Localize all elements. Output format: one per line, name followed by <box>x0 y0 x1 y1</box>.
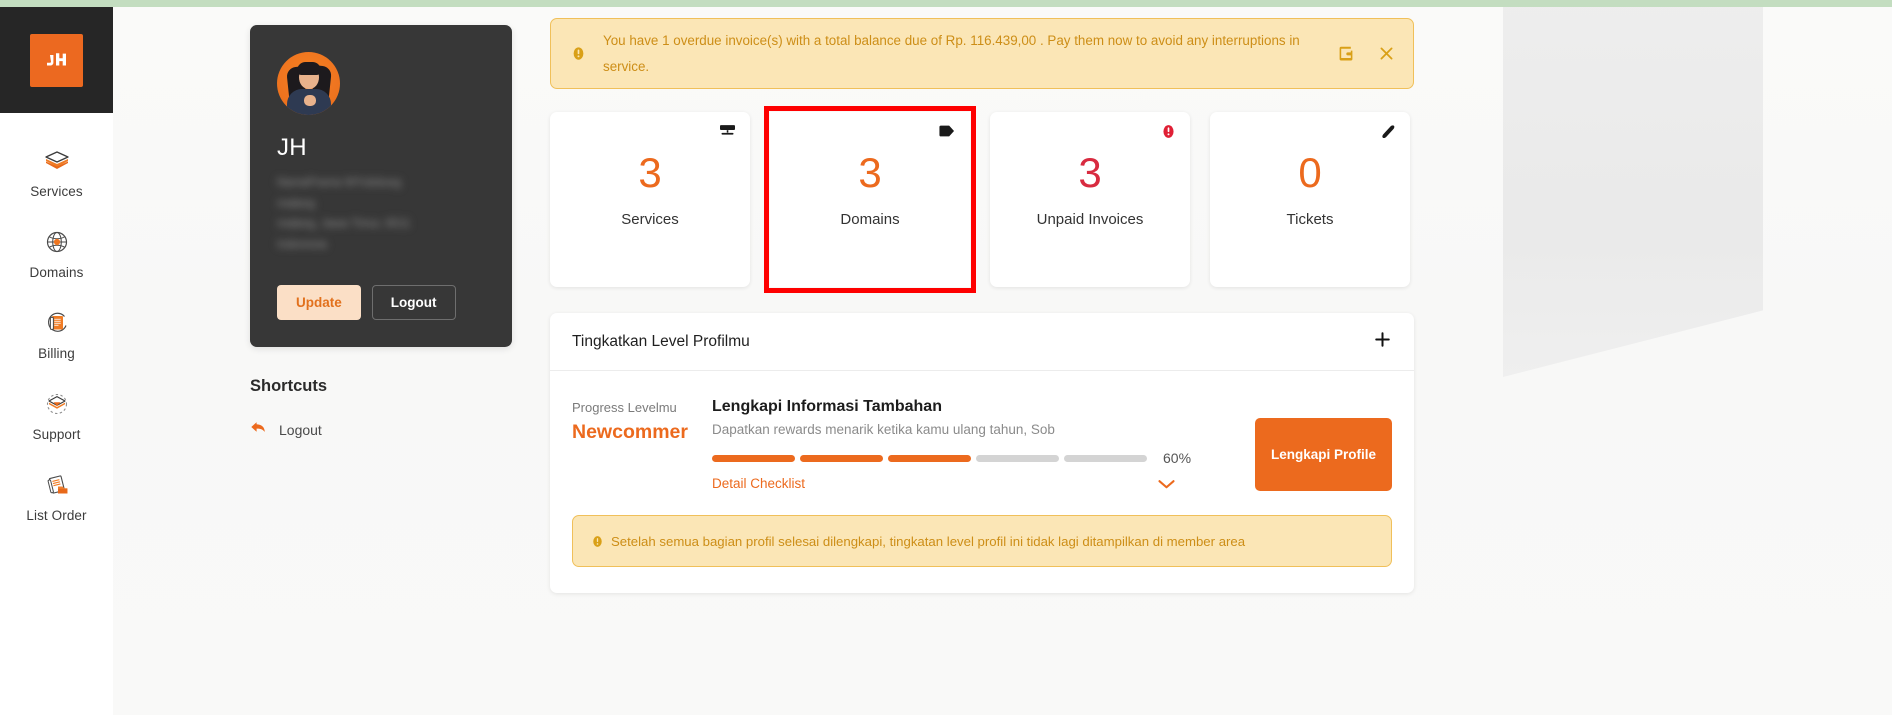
stat-value: 3 <box>638 149 662 196</box>
progress-segment <box>888 454 971 462</box>
progress-segment <box>976 454 1059 462</box>
level-cta-column: Lengkapi Profile <box>1242 398 1392 491</box>
sidebar-item-label: Support <box>32 427 81 442</box>
list-order-icon <box>40 468 74 502</box>
progress-segments <box>712 454 1147 462</box>
progress-segment <box>800 454 883 462</box>
plus-icon[interactable] <box>1373 330 1392 353</box>
stat-card-services[interactable]: 3 Services <box>550 112 750 287</box>
stat-card-tickets[interactable]: 0 Tickets <box>1210 112 1410 287</box>
profile-address-line: malang, Jawa Timur, 6511 <box>277 218 411 230</box>
progress-level-value: Newcommer <box>572 421 688 443</box>
domains-globe-icon <box>40 225 74 259</box>
browser-top-strip <box>0 0 1892 7</box>
profile-address-line: NamaPrama WYubdueg <box>277 177 402 189</box>
profile-actions: Update Logout <box>277 285 456 320</box>
profile-level-panel: Tingkatkan Level Profilmu Progress Level… <box>550 313 1414 593</box>
overdue-invoice-alert: You have 1 overdue invoice(s) with a tot… <box>550 18 1414 89</box>
level-panel-footer-spacer <box>550 567 1414 593</box>
chevron-down-icon[interactable] <box>1157 478 1176 490</box>
stat-value: 0 <box>1298 149 1322 196</box>
detail-checklist-link[interactable]: Detail Checklist <box>712 476 805 491</box>
level-panel-header: Tingkatkan Level Profilmu <box>550 313 1414 371</box>
sidebar-item-label: Services <box>30 184 83 199</box>
level-notice: Setelah semua bagian profil selesai dile… <box>572 515 1392 567</box>
progress-segment <box>712 454 795 462</box>
sidebar: Services Domains Billing Support List Or… <box>0 7 113 715</box>
progress-segment <box>1064 454 1147 462</box>
level-task-block: Lengkapi Informasi Tambahan Dapatkan rew… <box>712 398 1242 491</box>
profile-address-line: Indonesia <box>277 238 327 251</box>
level-panel-body: Progress Levelmu Newcommer Lengkapi Info… <box>550 371 1414 491</box>
app-root: Services Domains Billing Support List Or… <box>0 0 1892 715</box>
stat-card-unpaid-invoices[interactable]: 3 Unpaid Invoices <box>990 112 1190 287</box>
app-logo[interactable] <box>30 33 83 87</box>
ticket-tag-icon <box>1379 124 1396 145</box>
profile-initials: JH <box>277 134 307 161</box>
alert-actions <box>1338 45 1395 62</box>
sidebar-item-support[interactable]: Support <box>0 374 113 455</box>
profile-card: JH NamaPrama WYubdueg malang malang, Jaw… <box>250 25 512 347</box>
logo-block <box>0 7 113 113</box>
level-notice-text: Setelah semua bagian profil selesai dile… <box>611 533 1246 549</box>
stat-label: Tickets <box>1286 211 1334 228</box>
shortcut-label: Logout <box>279 422 322 438</box>
stat-cards-row: 3 Services 3 Domains 3 Unpaid Invoices 0… <box>550 106 1414 293</box>
task-subtitle: Dapatkan rewards menarik ketika kamu ula… <box>712 422 1055 437</box>
sidebar-item-label: Domains <box>29 265 84 280</box>
sidebar-item-billing[interactable]: Billing <box>0 293 113 374</box>
shortcut-item-logout[interactable]: Logout <box>250 420 322 440</box>
alert-circle-icon <box>1161 124 1176 144</box>
stat-card-domains[interactable]: 3 Domains <box>764 106 976 293</box>
tag-icon <box>938 124 956 143</box>
sidebar-item-list-order[interactable]: List Order <box>0 455 113 536</box>
complete-profile-button[interactable]: Lengkapi Profile <box>1254 418 1392 491</box>
sidebar-item-services[interactable]: Services <box>0 131 113 212</box>
shortcuts-title: Shortcuts <box>250 377 328 395</box>
checklist-row: Detail Checklist <box>712 476 1242 491</box>
alert-message: You have 1 overdue invoice(s) with a tot… <box>603 32 1300 74</box>
sidebar-item-label: Billing <box>38 346 75 361</box>
progress-percent-label: 60% <box>1163 450 1192 466</box>
support-inbox-icon <box>40 387 74 421</box>
wallet-icon[interactable] <box>1338 46 1354 61</box>
billing-document-icon <box>40 306 74 340</box>
services-box-icon <box>40 144 74 178</box>
stat-label: Services <box>621 211 679 228</box>
sidebar-item-domains[interactable]: Domains <box>0 212 113 293</box>
profile-address-line: malang <box>277 197 315 210</box>
exclamation-circle-icon <box>591 535 604 548</box>
stat-label: Domains <box>840 211 900 228</box>
level-panel-title: Tingkatkan Level Profilmu <box>572 332 750 350</box>
progress-bar-row: 60% <box>712 450 1242 466</box>
stat-value: 3 <box>858 149 882 196</box>
close-icon[interactable] <box>1378 45 1395 62</box>
sidebar-nav: Services Domains Billing Support List Or… <box>0 113 113 536</box>
logout-button[interactable]: Logout <box>371 285 456 320</box>
background-decoration-shape <box>1503 7 1763 377</box>
jagoan-hosting-logo-icon <box>46 53 66 66</box>
stat-value: 3 <box>1078 149 1102 196</box>
exclamation-circle-icon <box>571 46 587 61</box>
stat-label: Unpaid Invoices <box>1036 211 1144 228</box>
progress-caption: Progress Levelmu <box>572 400 677 415</box>
server-icon <box>719 124 736 144</box>
progress-level-block: Progress Levelmu Newcommer <box>572 398 712 491</box>
avatar <box>277 52 340 115</box>
logout-arrow-icon <box>250 420 267 440</box>
profile-address: NamaPrama WYubdueg malang malang, Jawa T… <box>277 177 485 251</box>
task-title: Lengkapi Informasi Tambahan <box>712 398 942 415</box>
sidebar-item-label: List Order <box>26 508 87 523</box>
update-button[interactable]: Update <box>277 285 361 320</box>
